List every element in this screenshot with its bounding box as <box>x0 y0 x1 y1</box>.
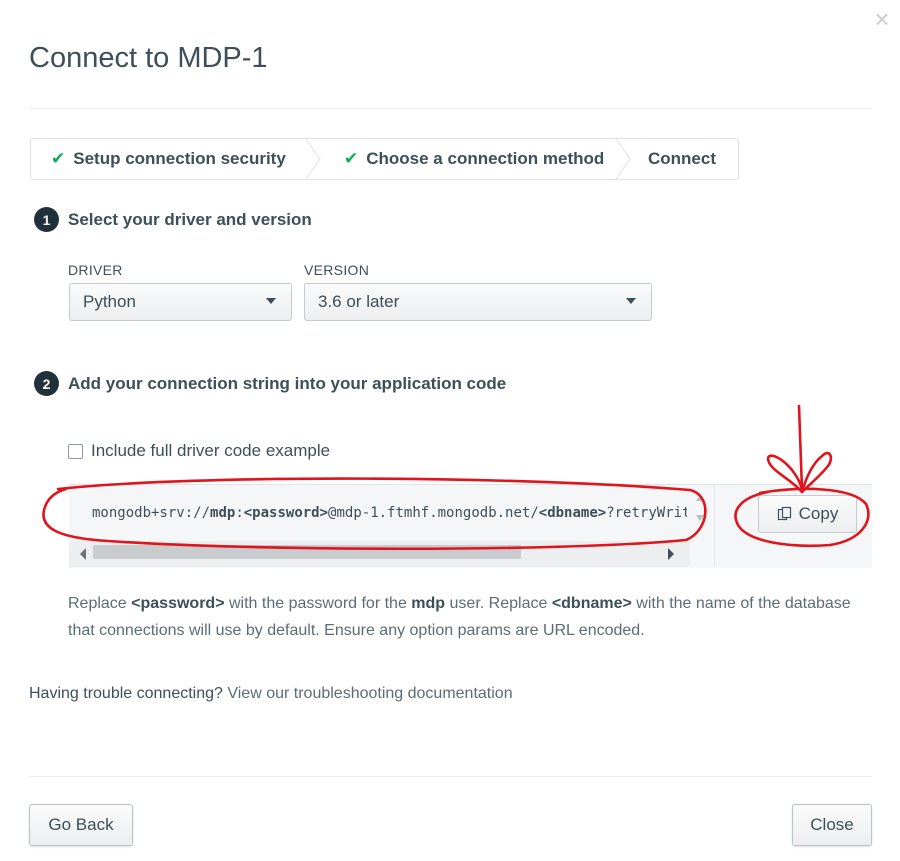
step-number-badge: 1 <box>34 207 59 232</box>
section-heading-text: Select your driver and version <box>68 209 312 229</box>
header-divider <box>29 108 872 109</box>
step-setup-security[interactable]: ✔ Setup connection security <box>31 139 321 179</box>
annotation-arrow-shaft <box>797 404 804 492</box>
driver-label: DRIVER <box>68 262 123 278</box>
conn-user: mdp <box>210 505 236 521</box>
caret-down-icon <box>266 298 276 304</box>
troubleshooting-link[interactable]: View our troubleshooting documentation <box>227 685 512 702</box>
copy-icon <box>777 506 791 521</box>
version-select-value: 3.6 or later <box>318 292 400 311</box>
step-label: Setup connection security <box>73 149 286 168</box>
close-icon[interactable]: × <box>869 6 895 32</box>
step-number-badge: 2 <box>34 371 59 396</box>
wizard-stepper: ✔ Setup connection security ✔ Choose a c… <box>30 138 739 180</box>
trouble-text: Having trouble connecting? <box>29 685 223 702</box>
scrollbar-thumb[interactable] <box>93 545 521 559</box>
checkbox-label: Include full driver code example <box>91 441 331 460</box>
scroll-left-arrow-icon[interactable] <box>80 548 86 560</box>
dialog-title: Connect to MDP-1 <box>29 42 268 74</box>
step-label: Connect <box>648 149 716 168</box>
section-connstring-heading: 2 Add your connection string into your a… <box>34 371 506 396</box>
step-connect[interactable]: Connect <box>624 139 716 179</box>
include-driver-code-checkbox[interactable] <box>68 443 83 459</box>
caret-down-icon <box>626 298 636 304</box>
copy-button-label: Copy <box>798 504 839 523</box>
close-button[interactable]: Close <box>792 804 872 846</box>
scroll-right-arrow-icon[interactable] <box>668 548 674 560</box>
connection-string-panel: mongodb+srv://mdp:<password>@mdp-1.ftmhf… <box>69 484 872 568</box>
driver-select[interactable]: Python <box>69 283 292 321</box>
step-choose-method[interactable]: ✔ Choose a connection method <box>314 139 631 179</box>
checkmark-icon: ✔ <box>51 149 66 168</box>
horizontal-scrollbar[interactable] <box>69 541 690 567</box>
driver-select-value: Python <box>83 292 136 311</box>
vertical-scrollbar[interactable] <box>690 489 710 541</box>
step-label: Choose a connection method <box>366 149 605 168</box>
connection-string-text[interactable]: mongodb+srv://mdp:<password>@mdp-1.ftmhf… <box>92 505 687 521</box>
checkmark-icon: ✔ <box>344 149 359 168</box>
troubleshooting-line: Having trouble connecting? View our trou… <box>29 685 513 703</box>
copy-button[interactable]: Copy <box>758 495 857 533</box>
help-password: <password> <box>131 595 225 612</box>
red-annotation-overlay <box>42 404 870 551</box>
connection-help-text: Replace <password> with the password for… <box>68 595 851 639</box>
conn-dbname-placeholder: <dbname> <box>538 505 607 521</box>
go-back-button[interactable]: Go Back <box>29 804 133 846</box>
version-label: VERSION <box>304 262 370 278</box>
include-driver-code-row: Include full driver code example <box>68 441 330 461</box>
section-driver-heading: 1 Select your driver and version <box>34 207 312 232</box>
section-heading-text: Add your connection string into your app… <box>68 373 507 393</box>
footer-divider <box>29 776 872 777</box>
conn-password-placeholder: <password> <box>243 505 329 521</box>
connection-string-box[interactable]: mongodb+srv://mdp:<password>@mdp-1.ftmhf… <box>69 485 715 567</box>
version-select[interactable]: 3.6 or later <box>304 283 652 321</box>
help-user: mdp <box>411 595 446 612</box>
help-dbname: <dbname> <box>551 595 632 612</box>
